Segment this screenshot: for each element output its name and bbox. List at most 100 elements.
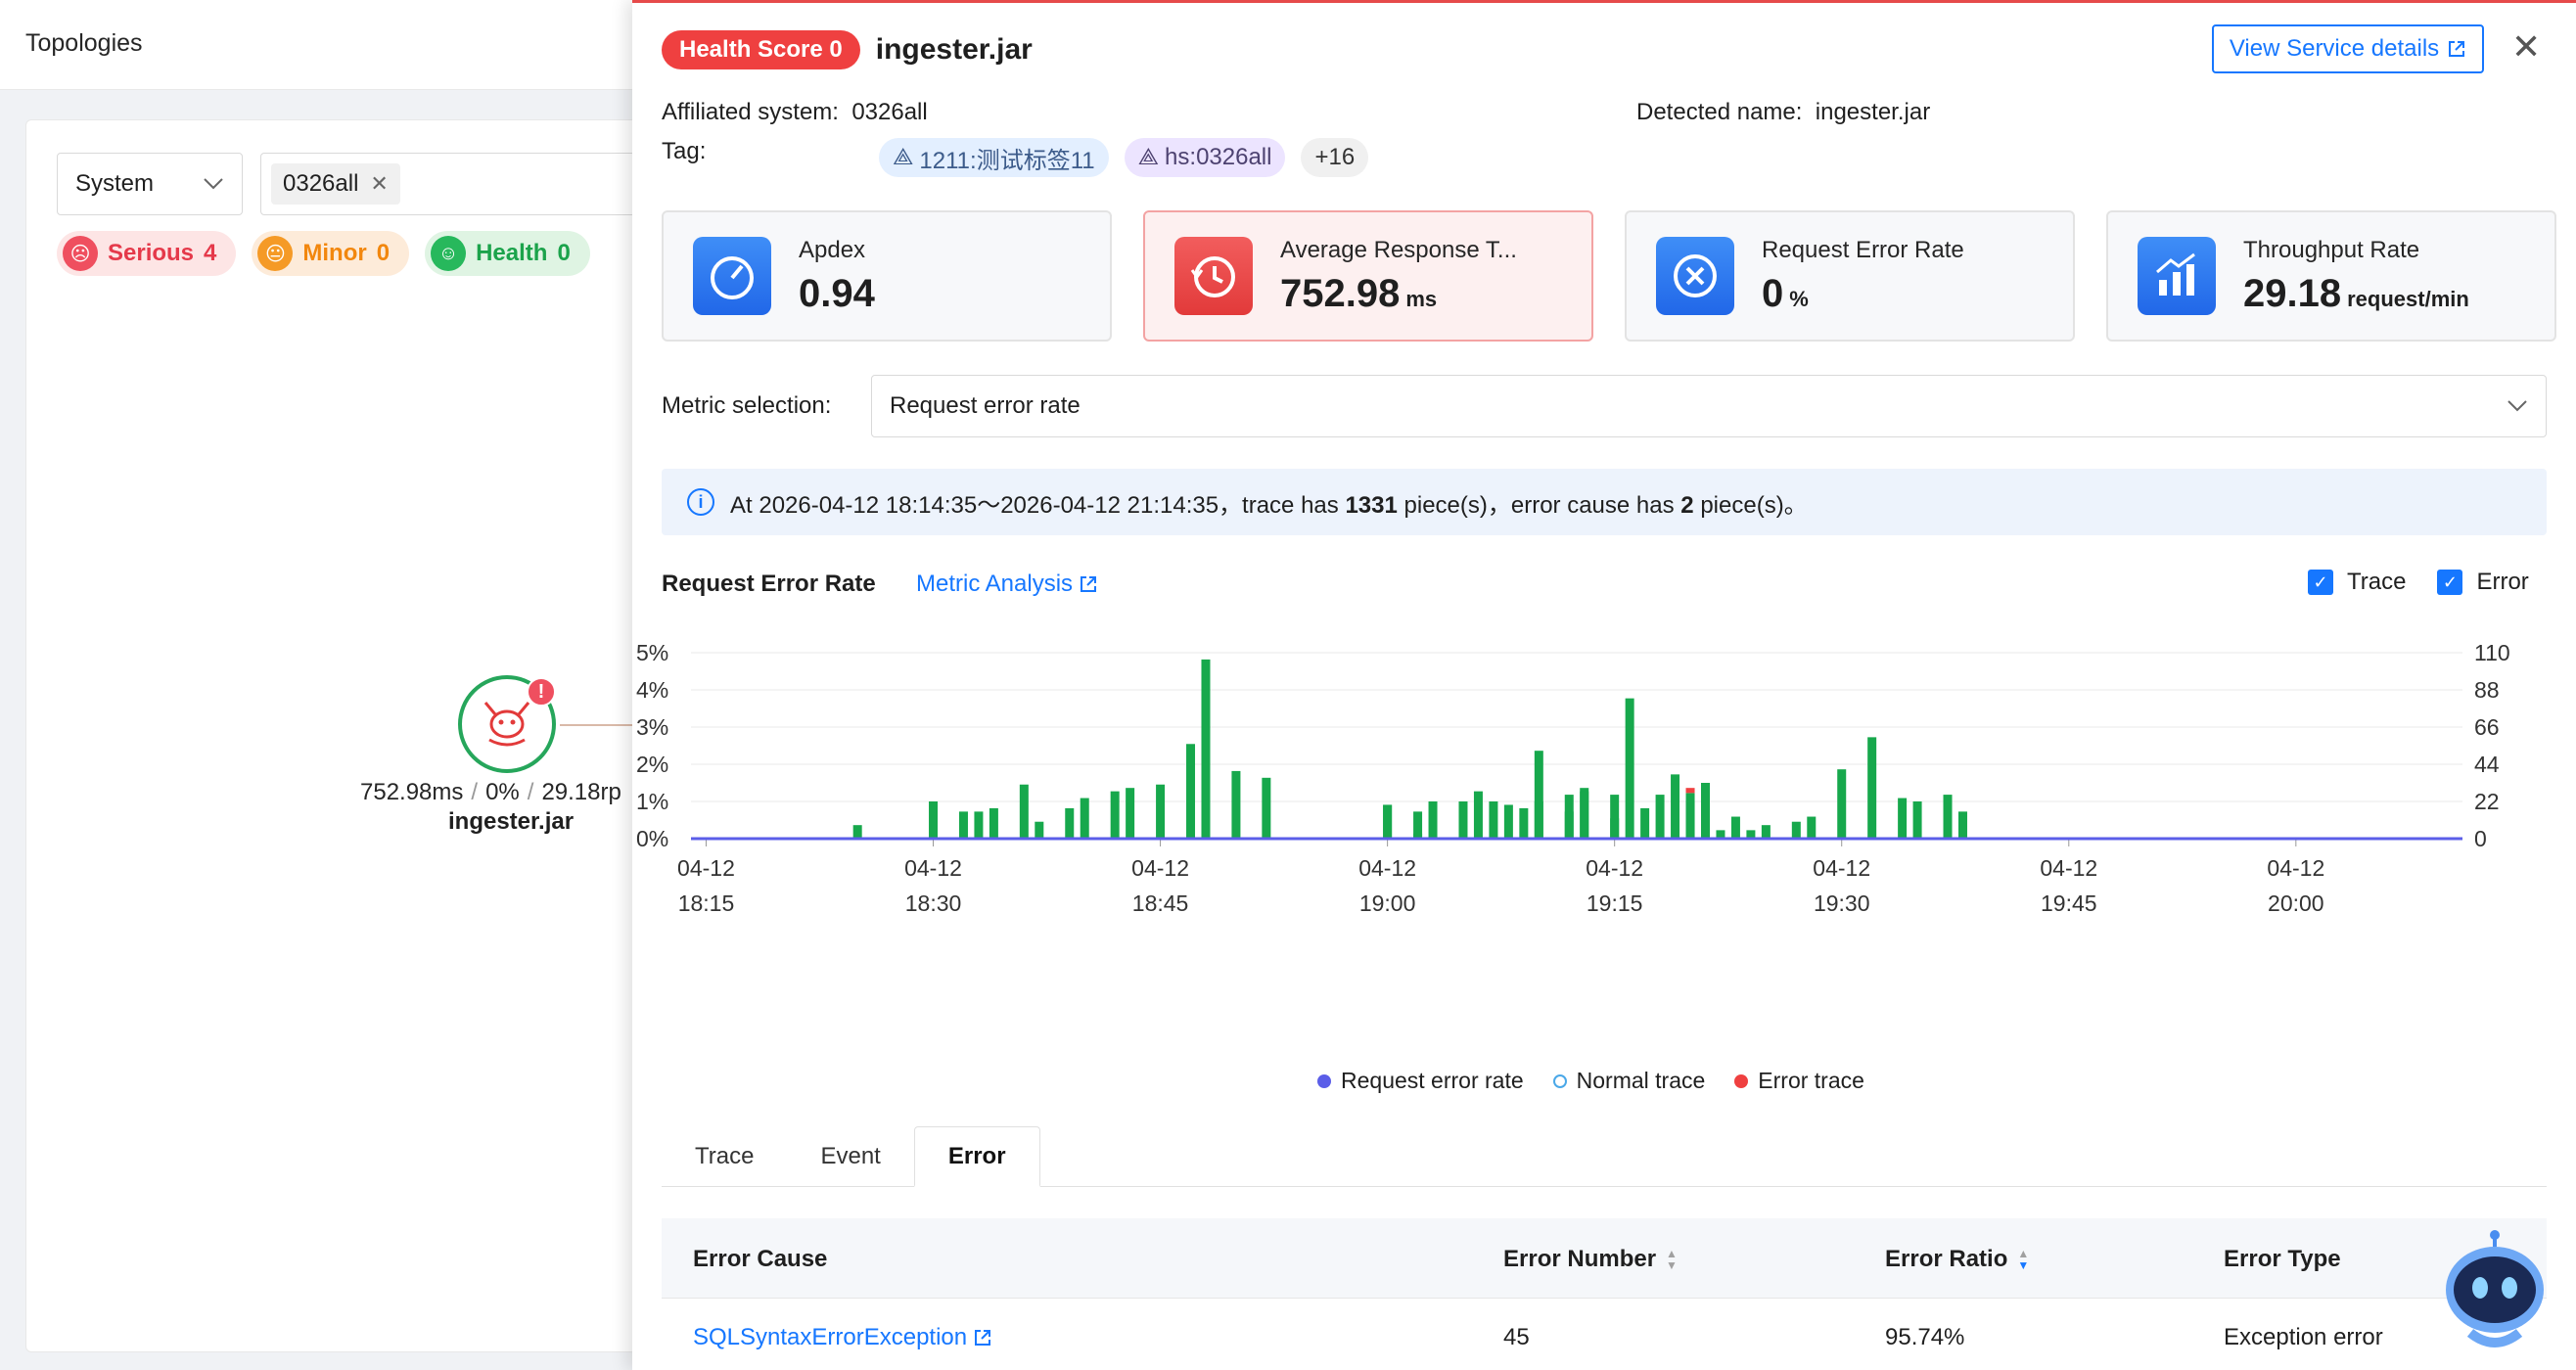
affiliated-system: Affiliated system: 0326all: [662, 99, 928, 126]
normal-trace-bar: [1428, 801, 1438, 839]
normal-trace-bar: [1791, 821, 1801, 839]
chart-toggles: ✓ Trace ✓ Error: [2308, 569, 2529, 596]
normal-trace-bar: [1519, 807, 1529, 839]
normal-trace-bar: [1761, 825, 1771, 839]
normal-trace-bar: [1156, 784, 1166, 839]
normal-trace-bar: [1065, 807, 1075, 839]
tab-error[interactable]: Error: [913, 1126, 1040, 1187]
banner-error-count: 2: [1680, 491, 1694, 519]
column-label: Error Cause: [693, 1246, 828, 1272]
tag-tree-icon: ⟁: [893, 144, 914, 170]
apdex-label: Apdex: [799, 236, 866, 263]
metric-select[interactable]: Request error rate: [871, 375, 2547, 437]
topology-header: Topologies: [0, 0, 646, 90]
chevron-down-icon: [2507, 400, 2527, 412]
normal-trace-bar: [852, 825, 862, 839]
y2-tick-label: 66: [2474, 714, 2500, 740]
x-tick-label: 19:30: [1814, 890, 1870, 916]
error-cause-link[interactable]: SQLSyntaxErrorException: [693, 1324, 992, 1351]
node-metrics: 752.98ms/0%/29.18rp: [360, 779, 621, 805]
status-minor-button[interactable]: 😐 Minor 0: [252, 231, 410, 276]
table-row: SQLSyntaxErrorException 45 95.74% Except…: [662, 1299, 2547, 1370]
status-health-button[interactable]: ☺ Health 0: [425, 231, 590, 276]
tab-event[interactable]: Event: [787, 1126, 913, 1186]
y2-tick-label: 22: [2474, 789, 2500, 814]
avg-response-label: Average Response T...: [1280, 236, 1517, 263]
status-serious-button[interactable]: ☹ Serious 4: [57, 231, 237, 276]
error-number-value: 45: [1503, 1324, 1530, 1350]
error-checkbox-label: Error: [2476, 569, 2529, 595]
tag-select[interactable]: 0326all ✕: [260, 153, 671, 215]
detected-label: Detected name:: [1636, 99, 1803, 125]
x-tick-label: 04-12: [2040, 855, 2097, 881]
sort-icon[interactable]: ▲ ▼: [1666, 1248, 1678, 1271]
column-error-number[interactable]: Error Number ▲ ▼: [1503, 1246, 1678, 1273]
normal-trace-bar: [1413, 811, 1423, 839]
banner-suffix: piece(s)。: [1700, 491, 1808, 519]
y-tick-label: 2%: [636, 752, 668, 777]
status-health-label: Health: [476, 240, 548, 266]
column-label: Error Number: [1503, 1246, 1657, 1272]
y2-tick-label: 110: [2474, 640, 2510, 665]
normal-trace-bar: [1489, 801, 1498, 839]
close-drawer-icon[interactable]: ✕: [2511, 26, 2541, 68]
metric-analysis-link[interactable]: Metric Analysis: [916, 571, 1098, 598]
tag-item[interactable]: ⟁ 1211:测试标签11: [879, 138, 1109, 177]
tag-item[interactable]: ⟁ hs:0326all: [1124, 138, 1286, 177]
chart-legend: Request error rate Normal trace Error tr…: [1317, 1068, 1864, 1094]
normal-trace-bar: [1201, 659, 1211, 839]
trace-checkbox[interactable]: ✓ Trace: [2308, 569, 2406, 596]
avg-response-unit: ms: [1405, 286, 1438, 311]
detected-value: ingester.jar: [1815, 99, 1931, 125]
normal-trace-bar: [1080, 798, 1089, 839]
tag-list: ⟁ 1211:测试标签11 ⟁ hs:0326all +16: [879, 138, 1369, 177]
checkbox-checked-icon: ✓: [2308, 570, 2333, 595]
close-icon[interactable]: ✕: [370, 171, 388, 197]
tag-chip-label: 0326all: [283, 170, 359, 197]
banner-trace-count: 1331: [1345, 491, 1398, 519]
x-tick-label: 19:00: [1359, 890, 1416, 916]
service-title: ingester.jar: [875, 33, 1033, 66]
node-throughput: 29.18rp: [541, 779, 621, 805]
error-rate-unit: %: [1789, 286, 1809, 311]
x-tick-label: 04-12: [677, 855, 735, 881]
throughput-card[interactable]: Throughput Rate 29.18 request/min: [2106, 210, 2556, 342]
legend-item[interactable]: Normal trace: [1552, 1068, 1706, 1094]
tag-label: Tag:: [662, 138, 707, 164]
error-rate-card[interactable]: Request Error Rate 0%: [1625, 210, 2075, 342]
metric-selection-label: Metric selection:: [662, 392, 832, 419]
status-health-count: 0: [557, 240, 571, 266]
chevron-down-icon: [204, 178, 223, 190]
apdex-card[interactable]: Apdex 0.94: [662, 210, 1112, 342]
normal-trace-bar: [1564, 795, 1574, 839]
sort-icon[interactable]: ▲ ▼: [2017, 1248, 2029, 1271]
normal-trace-bar: [1035, 821, 1044, 839]
normal-trace-bar: [1837, 769, 1847, 839]
view-service-details-button[interactable]: View Service details: [2212, 24, 2484, 73]
avg-response-card[interactable]: Average Response T... 752.98 ms: [1143, 210, 1593, 342]
x-tick-label: 04-12: [1586, 855, 1643, 881]
legend-item[interactable]: Request error rate: [1317, 1068, 1524, 1094]
column-error-ratio[interactable]: Error Ratio ▲ ▼: [1885, 1246, 2029, 1273]
normal-trace-bar: [929, 801, 939, 839]
y-tick-label: 4%: [636, 677, 668, 703]
alert-icon: !: [527, 677, 556, 707]
normal-trace-bar: [1534, 801, 1543, 839]
x-tick-label: 04-12: [1358, 855, 1416, 881]
error-rate-label: Request Error Rate: [1762, 236, 1964, 263]
normal-trace-bar: [1671, 774, 1680, 839]
banner-text: At 2026-04-12 18:14:35～2026-04-12 21:14:…: [730, 485, 1808, 520]
more-tags-button[interactable]: +16: [1301, 138, 1369, 177]
normal-trace-bar: [1458, 801, 1468, 839]
error-circle-icon: [1656, 237, 1734, 315]
x-tick-label: 18:15: [678, 890, 735, 916]
error-checkbox[interactable]: ✓ Error: [2437, 569, 2529, 596]
assistant-robot-icon[interactable]: [2441, 1229, 2549, 1356]
legend-label: Normal trace: [1576, 1068, 1706, 1093]
normal-trace-bar: [1700, 783, 1710, 839]
tab-trace[interactable]: Trace: [662, 1126, 787, 1186]
legend-item[interactable]: Error trace: [1734, 1068, 1864, 1094]
external-link-icon: [1081, 576, 1097, 592]
health-score-badge: Health Score 0: [662, 30, 860, 69]
system-select[interactable]: System: [57, 153, 243, 215]
